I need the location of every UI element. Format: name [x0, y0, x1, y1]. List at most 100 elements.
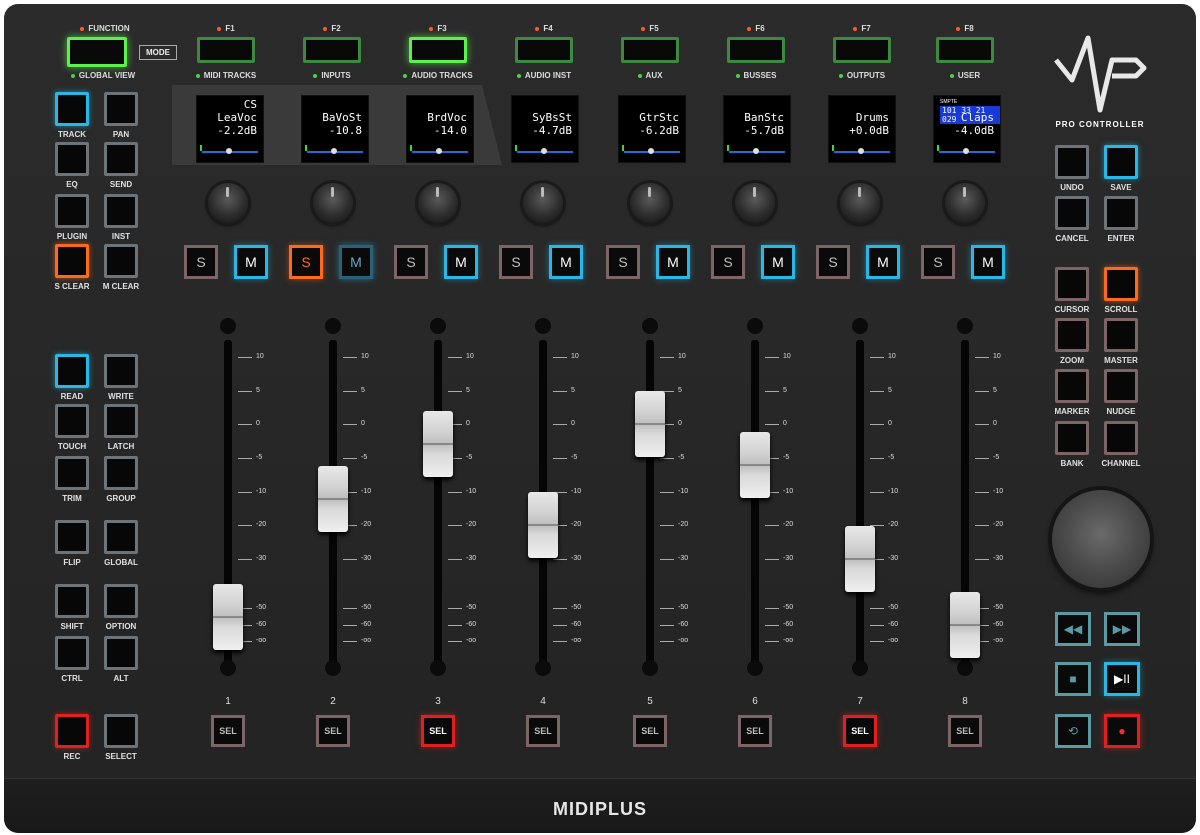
channel-1-fader-cap[interactable]: [213, 583, 243, 650]
channel-4-fader-cap[interactable]: [528, 492, 558, 558]
channel-5-select-button[interactable]: SEL: [633, 715, 667, 747]
scale-tick: [975, 458, 989, 459]
channel-1-knob[interactable]: [208, 183, 248, 223]
channel-2-select-button[interactable]: SEL: [316, 715, 350, 747]
plugin-button[interactable]: [55, 194, 89, 228]
nudge-button[interactable]: [1104, 369, 1138, 403]
channel-3-select-button[interactable]: SEL: [421, 715, 455, 747]
channel-7-fader-cap[interactable]: [845, 526, 875, 592]
s-clear-button[interactable]: [55, 244, 89, 278]
channel-3-fader-cap[interactable]: [423, 411, 453, 478]
f3-label: F3: [393, 24, 483, 33]
eq-button[interactable]: [55, 142, 89, 176]
marker-button[interactable]: [1055, 369, 1089, 403]
record-button[interactable]: ●: [1104, 714, 1140, 748]
rec-button[interactable]: [55, 714, 89, 748]
save-button[interactable]: [1104, 145, 1138, 179]
trim-button[interactable]: [55, 456, 89, 490]
channel-5-solo-button[interactable]: S: [606, 245, 640, 279]
send-button[interactable]: [104, 142, 138, 176]
shift-button[interactable]: [55, 584, 89, 618]
pan-indicator: [939, 148, 995, 154]
cancel-button[interactable]: [1055, 196, 1089, 230]
alt-button[interactable]: [104, 636, 138, 670]
zoom-button[interactable]: [1055, 318, 1089, 352]
channel-8-select-button[interactable]: SEL: [948, 715, 982, 747]
global-button[interactable]: [104, 520, 138, 554]
channel-8-fader-cap[interactable]: [950, 592, 980, 658]
loop-button[interactable]: ⟲: [1055, 714, 1091, 748]
channel-2-mute-button[interactable]: M: [339, 245, 373, 279]
option-button[interactable]: [104, 584, 138, 618]
track-button[interactable]: [55, 92, 89, 126]
channel-8-knob[interactable]: [945, 183, 985, 223]
read-button[interactable]: [55, 354, 89, 388]
rewind-button[interactable]: ◀◀: [1055, 612, 1091, 646]
fader-bottom-dot: [430, 660, 446, 676]
channel-3-knob[interactable]: [418, 183, 458, 223]
f5-button[interactable]: [621, 37, 679, 63]
channel-8-solo-button[interactable]: S: [921, 245, 955, 279]
latch-button[interactable]: [104, 404, 138, 438]
m-clear-button[interactable]: [104, 244, 138, 278]
channel-7-mute-button[interactable]: M: [866, 245, 900, 279]
channel-number: 4: [540, 696, 546, 707]
master-button[interactable]: [1104, 318, 1138, 352]
channel-6-mute-button[interactable]: M: [761, 245, 795, 279]
play-pause-button[interactable]: ▶II: [1104, 662, 1140, 696]
channel-6-fader-cap[interactable]: [740, 431, 770, 498]
enter-button[interactable]: [1104, 196, 1138, 230]
f2-button[interactable]: [303, 37, 361, 63]
inst-button[interactable]: [104, 194, 138, 228]
channel-6-knob[interactable]: [735, 183, 775, 223]
touch-button[interactable]: [55, 404, 89, 438]
forward-button[interactable]: ▶▶: [1104, 612, 1140, 646]
fader-top-dot: [642, 318, 658, 334]
channel-button[interactable]: [1104, 421, 1138, 455]
write-button[interactable]: [104, 354, 138, 388]
channel-4-solo-button[interactable]: S: [499, 245, 533, 279]
channel-3-solo-button[interactable]: S: [394, 245, 428, 279]
ctrl-button[interactable]: [55, 636, 89, 670]
channel-2-fader-cap[interactable]: [318, 465, 348, 532]
bank-button[interactable]: [1055, 421, 1089, 455]
channel-5-knob[interactable]: [630, 183, 670, 223]
pan-button[interactable]: [104, 92, 138, 126]
f3-button[interactable]: [409, 37, 467, 63]
f8-button[interactable]: [936, 37, 994, 63]
jog-wheel[interactable]: [1052, 490, 1150, 588]
channel-6-solo-button[interactable]: S: [711, 245, 745, 279]
channel-2-knob[interactable]: [313, 183, 353, 223]
channel-5-fader-cap[interactable]: [635, 391, 665, 457]
group-button[interactable]: [104, 456, 138, 490]
latch-label: LATCH: [107, 442, 135, 451]
channel-1-mute-button[interactable]: M: [234, 245, 268, 279]
f1-button[interactable]: [197, 37, 255, 63]
channel-8-mute-button[interactable]: M: [971, 245, 1005, 279]
channel-7-solo-button[interactable]: S: [816, 245, 850, 279]
channel-5-mute-button[interactable]: M: [656, 245, 690, 279]
channel-4-knob[interactable]: [523, 183, 563, 223]
f6-button[interactable]: [727, 37, 785, 63]
pro-controller-logo-icon: [1054, 35, 1147, 113]
channel-2-solo-button[interactable]: S: [289, 245, 323, 279]
flip-button[interactable]: [55, 520, 89, 554]
fader-bottom-dot: [535, 660, 551, 676]
scale-tick: [975, 424, 989, 425]
function-button[interactable]: [67, 37, 127, 67]
channel-6-select-button[interactable]: SEL: [738, 715, 772, 747]
f7-button[interactable]: [833, 37, 891, 63]
f4-button[interactable]: [515, 37, 573, 63]
select-button[interactable]: [104, 714, 138, 748]
channel-3-mute-button[interactable]: M: [444, 245, 478, 279]
channel-4-select-button[interactable]: SEL: [526, 715, 560, 747]
channel-7-knob[interactable]: [840, 183, 880, 223]
channel-7-select-button[interactable]: SEL: [843, 715, 877, 747]
stop-button[interactable]: ■: [1055, 662, 1091, 696]
channel-4-mute-button[interactable]: M: [549, 245, 583, 279]
channel-1-select-button[interactable]: SEL: [211, 715, 245, 747]
channel-1-solo-button[interactable]: S: [184, 245, 218, 279]
undo-button[interactable]: [1055, 145, 1089, 179]
cursor-button[interactable]: [1055, 267, 1089, 301]
scroll-button[interactable]: [1104, 267, 1138, 301]
